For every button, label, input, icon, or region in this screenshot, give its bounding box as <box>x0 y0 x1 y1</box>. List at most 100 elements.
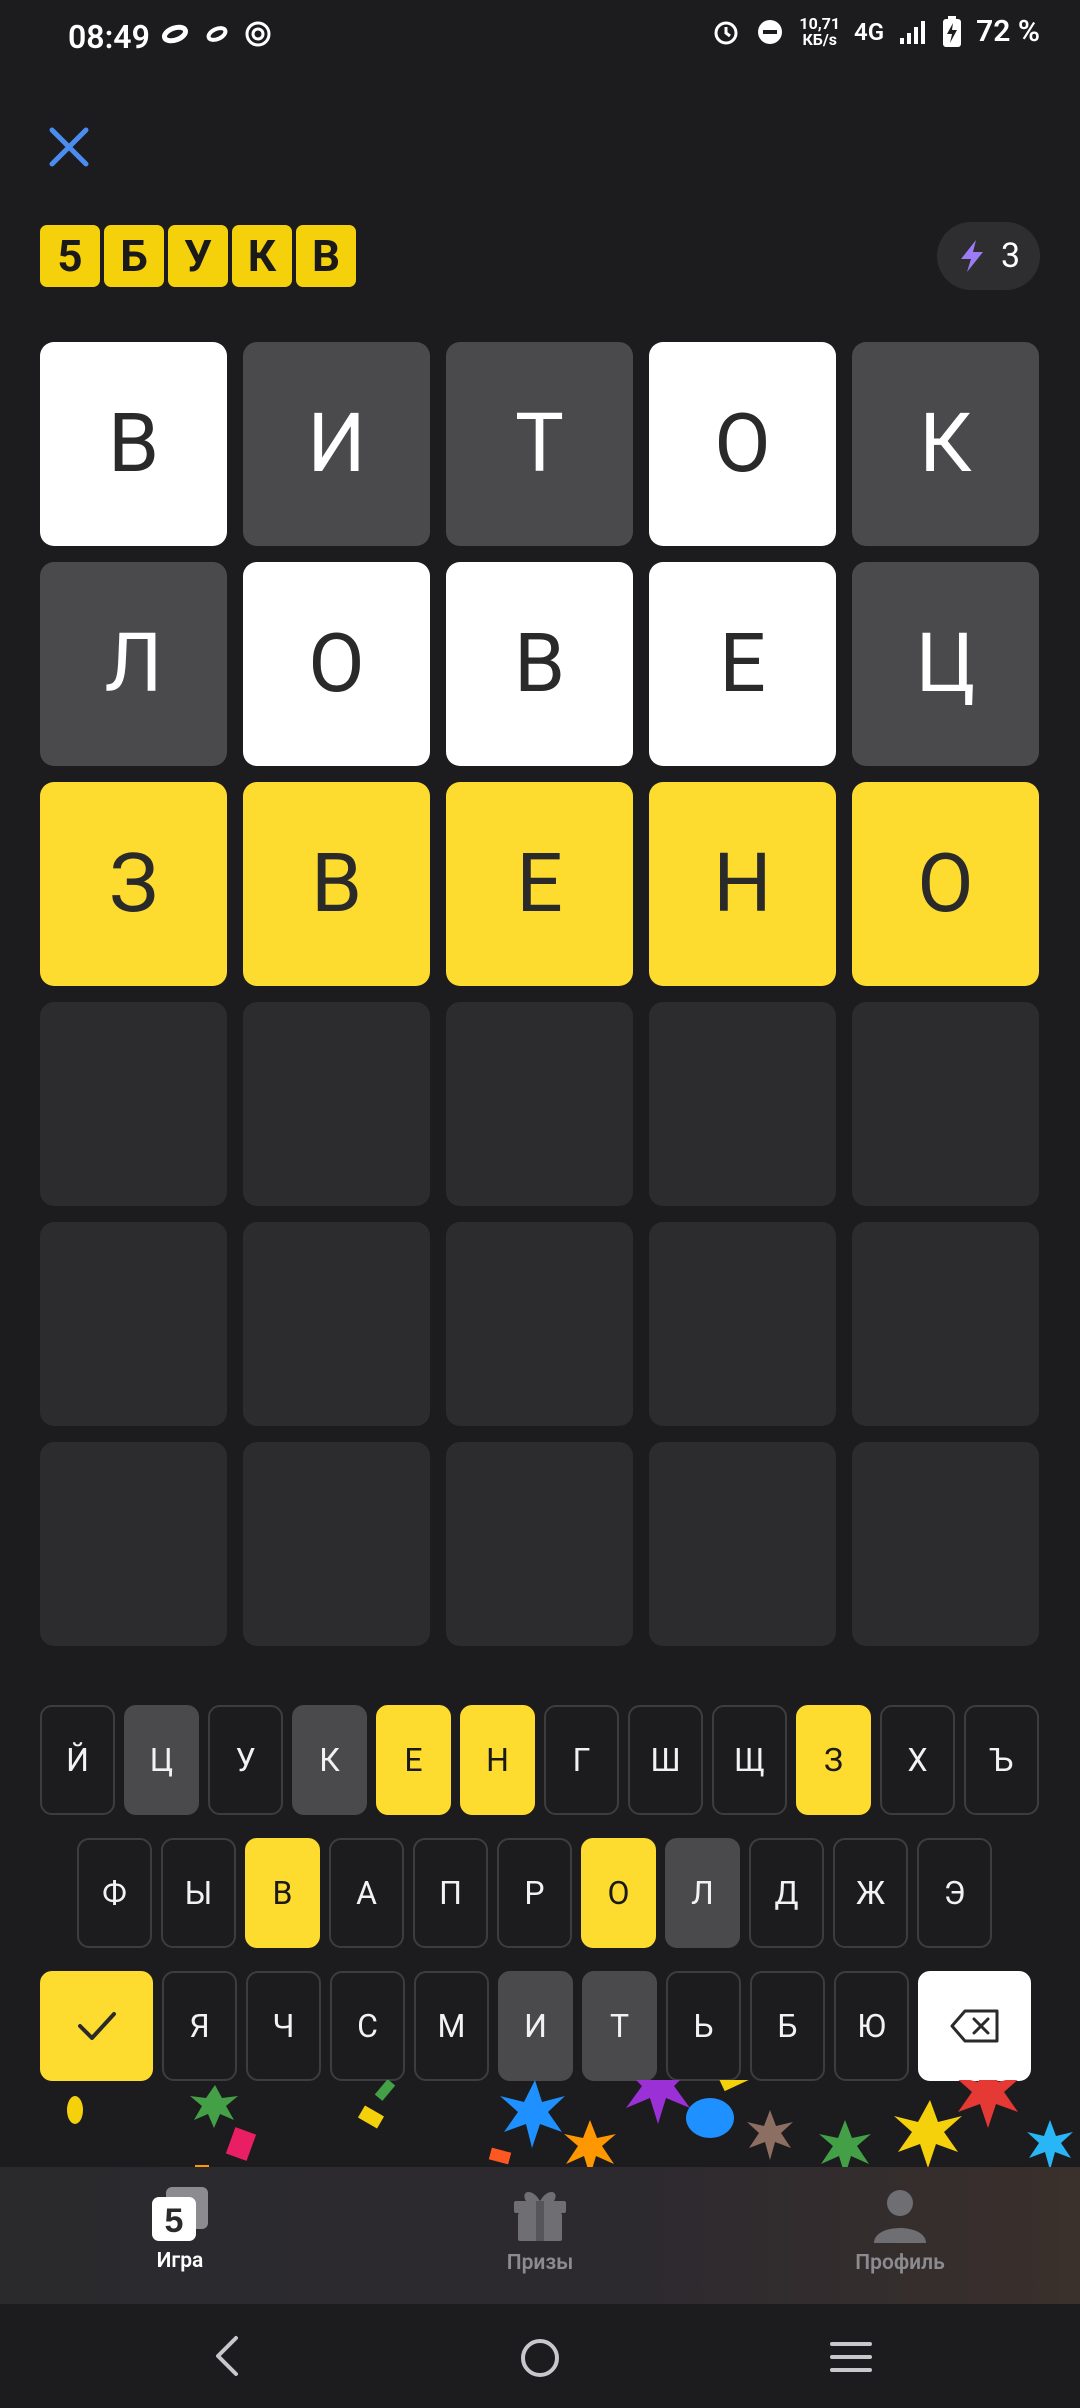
signal-icon <box>900 20 926 44</box>
board-tile: Ц <box>852 562 1039 766</box>
board-row: В И Т О К <box>40 342 1040 546</box>
board-tile: Л <box>40 562 227 766</box>
logo-letter: 5 <box>40 225 100 287</box>
nav-profile-label: Профиль <box>855 2251 945 2275</box>
status-bar: 08:49 10,71 КБ/s 4G 72 % <box>0 0 1080 80</box>
keyboard-row-1: Й Ц У К Е Н Г Ш Щ З Х Ъ <box>40 1705 1039 1815</box>
nav-prizes[interactable]: Призы <box>440 2187 640 2275</box>
hints-badge[interactable]: 3 <box>937 222 1040 290</box>
key[interactable]: Й <box>40 1705 115 1815</box>
lightning-icon <box>960 240 983 272</box>
board-row-empty <box>40 1222 1040 1426</box>
nav-prizes-label: Призы <box>506 2251 574 2275</box>
key[interactable]: В <box>245 1838 320 1948</box>
game-five-icon: 5 <box>152 2187 208 2241</box>
home-icon[interactable] <box>518 2336 562 2380</box>
submit-word-button[interactable] <box>40 1971 153 2081</box>
confetti-star <box>894 2100 962 2168</box>
nav-game[interactable]: 5 Игра <box>80 2187 280 2273</box>
confetti-star <box>1027 2120 1073 2170</box>
close-icon <box>49 127 89 167</box>
board-tile: В <box>40 342 227 546</box>
board-row-empty <box>40 1002 1040 1206</box>
key[interactable]: Х <box>880 1705 955 1815</box>
board-tile: К <box>852 342 1039 546</box>
confetti-piece <box>374 2080 396 2101</box>
key[interactable]: М <box>414 1971 489 2081</box>
board-tile: О <box>852 782 1039 986</box>
key[interactable]: Л <box>665 1838 740 1948</box>
nav-profile[interactable]: Профиль <box>800 2187 1000 2275</box>
nav-game-label: Игра <box>156 2249 204 2273</box>
board-row: Л О В Е Ц <box>40 562 1040 766</box>
board-tile-empty <box>649 1442 836 1646</box>
key[interactable]: Ъ <box>964 1705 1039 1815</box>
confetti-star <box>958 2080 1018 2128</box>
key[interactable]: Н <box>460 1705 535 1815</box>
key[interactable]: Я <box>162 1971 237 2081</box>
key[interactable]: Т <box>582 1971 657 2081</box>
notification-ring-icon <box>161 24 189 44</box>
battery-charging-icon <box>943 15 962 47</box>
battery-percent: 72 % <box>976 14 1040 49</box>
board-tile: В <box>446 562 633 766</box>
key[interactable]: К <box>292 1705 367 1815</box>
key[interactable]: Ь <box>666 1971 741 2081</box>
key[interactable]: Ю <box>834 1971 909 2081</box>
confetti-piece <box>488 2147 512 2165</box>
board-tile-empty <box>243 1002 430 1206</box>
board-tile-empty <box>243 1222 430 1426</box>
key[interactable]: Ч <box>246 1971 321 2081</box>
key[interactable]: Г <box>544 1705 619 1815</box>
logo-letter: В <box>296 225 356 287</box>
key[interactable]: Э <box>917 1838 992 1948</box>
board-tile: Т <box>446 342 633 546</box>
recent-apps-icon[interactable] <box>828 2338 874 2376</box>
confetti-star <box>190 2085 238 2128</box>
board-row-empty <box>40 1442 1040 1646</box>
key[interactable]: И <box>498 1971 573 2081</box>
key[interactable]: С <box>330 1971 405 2081</box>
backspace-button[interactable] <box>918 1971 1031 2081</box>
logo-letter: К <box>232 225 292 287</box>
key[interactable]: О <box>581 1838 656 1948</box>
network-speed: 10,71 КБ/s <box>799 15 840 49</box>
key[interactable]: П <box>413 1838 488 1948</box>
key[interactable]: Д <box>749 1838 824 1948</box>
game-logo: 5 Б У К В <box>40 225 356 287</box>
back-icon[interactable] <box>210 2334 246 2378</box>
checkmark-icon <box>77 2012 116 2040</box>
do-not-disturb-icon <box>758 19 783 44</box>
key[interactable]: А <box>329 1838 404 1948</box>
gift-icon <box>514 2191 566 2241</box>
key[interactable]: Б <box>750 1971 825 2081</box>
logo-letter: У <box>168 225 228 287</box>
logo-letter: Б <box>104 225 164 287</box>
close-button[interactable] <box>46 124 92 170</box>
key[interactable]: Ж <box>833 1838 908 1948</box>
key[interactable]: З <box>796 1705 871 1815</box>
alarm-icon <box>714 21 738 44</box>
key[interactable]: Ф <box>77 1838 152 1948</box>
notification-ring-small-icon <box>206 26 228 42</box>
key[interactable]: Ы <box>161 1838 236 1948</box>
board-tile-empty <box>852 1222 1039 1426</box>
board-tile-empty <box>40 1002 227 1206</box>
network-speed-unit: КБ/s <box>802 29 837 49</box>
key[interactable]: Е <box>376 1705 451 1815</box>
confetti-piece <box>717 2080 751 2092</box>
key[interactable]: Р <box>497 1838 572 1948</box>
board-tile: Е <box>446 782 633 986</box>
confetti-star <box>747 2110 793 2160</box>
at-sign-icon <box>245 21 271 47</box>
key[interactable]: Щ <box>712 1705 787 1815</box>
key[interactable]: У <box>208 1705 283 1815</box>
board-tile-empty <box>446 1442 633 1646</box>
key[interactable]: Ц <box>124 1705 199 1815</box>
board-tile-empty <box>649 1222 836 1426</box>
board-tile: Н <box>649 782 836 986</box>
board-tile: И <box>243 342 430 546</box>
key[interactable]: Ш <box>628 1705 703 1815</box>
board-tile: О <box>243 562 430 766</box>
status-right-icons: 10,71 КБ/s 4G 72 % <box>711 14 1040 49</box>
